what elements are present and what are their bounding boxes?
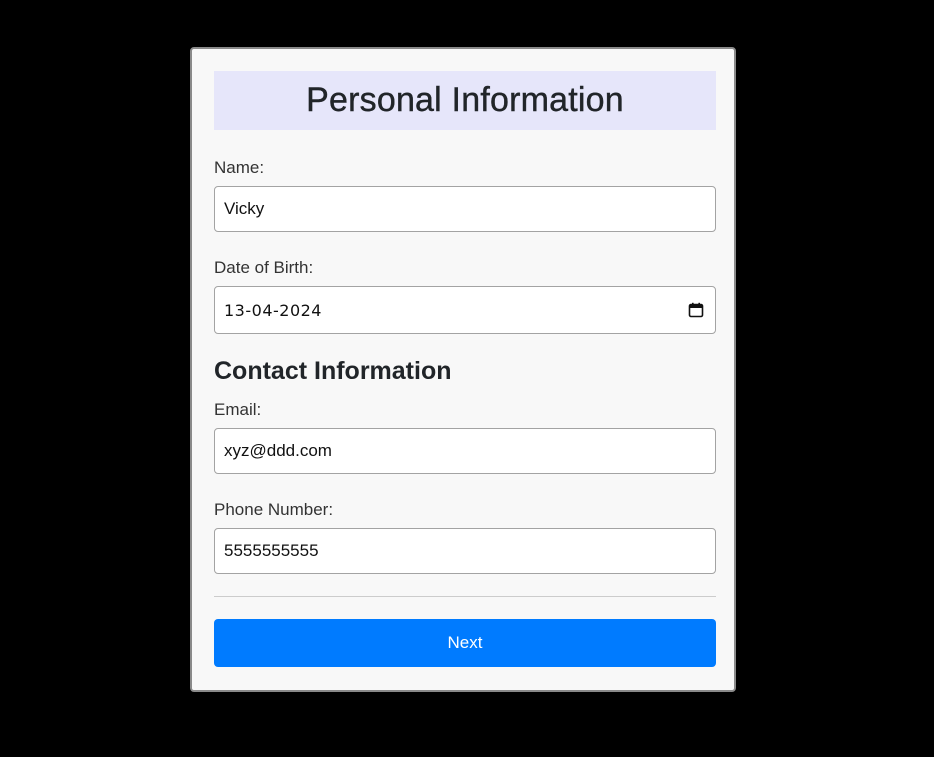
name-label: Name: <box>214 158 265 177</box>
name-input[interactable]: Vicky <box>214 186 716 232</box>
dob-label: Date of Birth: <box>214 258 314 277</box>
contact-info-heading: Contact Information <box>214 357 452 385</box>
name-input-value: Vicky <box>224 199 265 218</box>
email-label: Email: <box>214 400 262 419</box>
dob-input[interactable]: 13-04-2024 <box>214 286 716 334</box>
personal-info-form: Personal Information Name: Vicky Date of… <box>190 47 736 692</box>
phone-input[interactable]: 5555555555 <box>214 528 716 574</box>
form-title-bar: Personal Information <box>214 71 716 130</box>
form-title: Personal Information <box>306 81 624 119</box>
email-input-value: xyz@ddd.com <box>224 441 332 460</box>
dob-input-value: 13-04-2024 <box>224 300 322 320</box>
form-divider <box>214 596 716 597</box>
phone-input-value: 5555555555 <box>224 541 319 560</box>
calendar-icon[interactable] <box>688 302 704 318</box>
next-button[interactable]: Next <box>214 619 716 667</box>
email-input[interactable]: xyz@ddd.com <box>214 428 716 474</box>
phone-label: Phone Number: <box>214 500 334 519</box>
